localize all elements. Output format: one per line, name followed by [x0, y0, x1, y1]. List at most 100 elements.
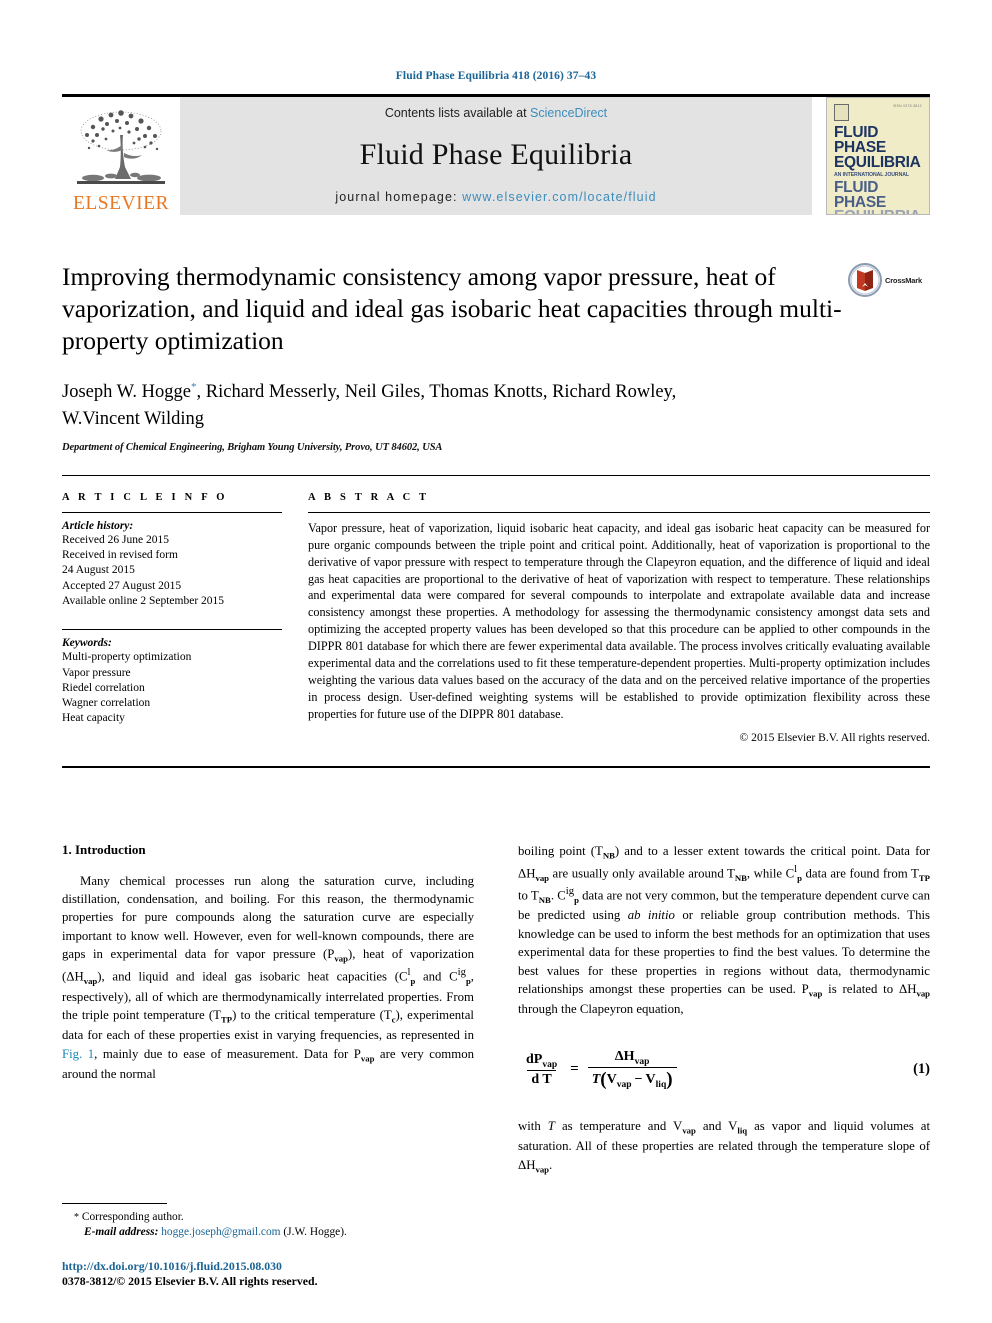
- V-liq-text: V: [645, 1072, 656, 1088]
- journal-homepage-line: journal homepage: www.elsevier.com/locat…: [335, 190, 656, 204]
- history-item: Received 26 June 2015: [62, 533, 169, 546]
- sub-vap: vap: [808, 988, 823, 999]
- keyword-item: Riedel correlation: [62, 681, 145, 694]
- author-affiliation: Department of Chemical Engineering, Brig…: [62, 441, 443, 453]
- footnote-separator-rule: [62, 1202, 167, 1204]
- keyword-item: Vapor pressure: [62, 666, 131, 679]
- sub-vap: vap: [83, 976, 98, 987]
- equals-sign: =: [570, 1061, 579, 1078]
- cover-elsevier-mini-logo: [834, 104, 849, 121]
- ab-initio-italic: ab initio: [627, 908, 675, 923]
- right-text-f: to T: [518, 888, 539, 903]
- T-text: T: [591, 1072, 601, 1088]
- info-section-top-rule: [62, 474, 930, 476]
- asterisk-icon: *: [74, 1211, 79, 1223]
- author-names-rest: , Richard Messerly, Neil Giles, Thomas K…: [196, 382, 677, 403]
- sub-liq: liq: [737, 1125, 748, 1136]
- crossmark-badge[interactable]: CrossMark: [848, 263, 930, 297]
- post-eq-b: as temperature and V: [554, 1119, 683, 1134]
- abstract-column: A B S T R A C T Vapor pressure, heat of …: [308, 492, 930, 744]
- equation-lhs-numerator: dPvap: [522, 1052, 561, 1071]
- homepage-prefix-text: journal homepage:: [335, 190, 463, 204]
- sub-liq: liq: [655, 1080, 667, 1091]
- equation-lhs-fraction: dPvap d T: [522, 1052, 561, 1089]
- keywords-block: Keywords: Multi-property optimization Va…: [62, 629, 282, 726]
- sub-vap: vap: [634, 1056, 650, 1067]
- post-equation-paragraph: with T as temperature and Vvap and Vliq …: [518, 1117, 930, 1176]
- keywords-rule: [62, 629, 282, 631]
- sub-nb: NB: [538, 894, 551, 905]
- intro-paragraph-right: boiling point (TNB) and to a lesser exte…: [518, 842, 930, 1019]
- right-text-e: data are found from T: [801, 865, 919, 880]
- right-text-d: , while C: [746, 865, 795, 880]
- journal-cover-thumbnail[interactable]: ISSN 0378-3812 FLUID PHASE EQUILIBRIA AN…: [826, 97, 930, 215]
- corresponding-author-text: Corresponding author.: [81, 1210, 184, 1223]
- article-info-heading: A R T I C L E I N F O: [62, 491, 228, 503]
- abstract-rule: [308, 511, 930, 513]
- equation-number: (1): [913, 1061, 930, 1078]
- sciencedirect-link[interactable]: ScienceDirect: [530, 106, 607, 120]
- dP-text: dP: [526, 1051, 543, 1067]
- contents-prefix-text: Contents lists available at: [384, 106, 531, 120]
- abstract-heading: A B S T R A C T: [308, 491, 430, 503]
- intro-text-c: ), and liquid and ideal gas isobaric hea…: [97, 969, 408, 984]
- post-eq-a: with: [518, 1119, 548, 1134]
- equation-rhs-numerator: ΔHvap: [611, 1049, 653, 1068]
- cover-line-2: EQUILIBRIA: [834, 153, 921, 171]
- post-eq-c: and V: [695, 1119, 738, 1134]
- corresponding-author-note: * Corresponding author.: [62, 1210, 480, 1226]
- page-title: Improving thermodynamic consistency amon…: [62, 262, 842, 356]
- history-item: Available online 2 September 2015: [62, 595, 225, 608]
- keyword-item: Wagner correlation: [62, 697, 151, 710]
- history-item: Received in revised form: [62, 549, 178, 562]
- right-text-k: through the Clapeyron equation,: [518, 1002, 684, 1017]
- email-attribution: (J.W. Hogge).: [283, 1226, 347, 1239]
- doi-link[interactable]: http://dx.doi.org/10.1016/j.fluid.2015.0…: [62, 1259, 480, 1274]
- author-last-line: W.Vincent Wilding: [62, 408, 205, 429]
- body-column-left: 1. Introduction Many chemical processes …: [62, 842, 474, 1176]
- email-note: E-mail address: hogge.joseph@gmail.com (…: [62, 1225, 480, 1241]
- cover-subtitle: AN INTERNATIONAL JOURNAL: [834, 171, 909, 178]
- intro-paragraph-left: Many chemical processes run along the sa…: [62, 872, 474, 1084]
- figure-1-link[interactable]: Fig. 1: [62, 1047, 94, 1061]
- cover-line-4: EQUILIBRIA: [834, 209, 922, 214]
- elsevier-tree-icon: [77, 109, 165, 184]
- equation-lhs-denominator: d T: [527, 1070, 556, 1088]
- crossmark-icon: [848, 263, 882, 297]
- right-text-j: is related to ΔH: [822, 982, 917, 997]
- sub-nb: NB: [602, 850, 615, 861]
- history-item: Accepted 27 August 2015: [62, 579, 182, 592]
- right-text-a: boiling point (T: [518, 843, 603, 858]
- paren-close: ): [666, 1069, 673, 1091]
- info-section-bottom-rule: [62, 765, 930, 768]
- journal-homepage-link[interactable]: www.elsevier.com/locate/fluid: [462, 190, 656, 204]
- elsevier-wordmark: ELSEVIER: [72, 192, 170, 214]
- sub-vap: vap: [682, 1125, 696, 1136]
- sup-ig: ig: [565, 886, 575, 898]
- journal-title: Fluid Phase Equilibria: [359, 138, 633, 171]
- sub-vap: vap: [535, 872, 550, 883]
- article-info-rule: [62, 511, 282, 513]
- issn-copyright-line: 0378-3812/© 2015 Elsevier B.V. All right…: [62, 1274, 318, 1288]
- sub-tp: TP: [918, 872, 930, 883]
- equation-1-row: dPvap d T = ΔHvap T(Vvap − Vliq) (1): [518, 1049, 930, 1092]
- post-eq-e: .: [549, 1157, 553, 1172]
- equation-rhs-fraction: ΔHvap T(Vvap − Vliq): [587, 1049, 677, 1092]
- running-head-citation: Fluid Phase Equilibria 418 (2016) 37–43: [395, 70, 597, 82]
- T-italic: T: [547, 1119, 555, 1134]
- body-column-right: boiling point (TNB) and to a lesser exte…: [518, 842, 930, 1176]
- article-history-label: Article history:: [62, 519, 134, 532]
- sub-vap: vap: [360, 1053, 375, 1064]
- equation-rhs-denominator: T(Vvap − Vliq): [587, 1067, 677, 1091]
- intro-text-d: and C: [415, 969, 458, 984]
- journal-article-page: Fluid Phase Equilibria 418 (2016) 37–43: [0, 0, 992, 1323]
- section-heading-introduction: 1. Introduction: [62, 841, 146, 857]
- article-info-column: A R T I C L E I N F O Article history: R…: [62, 492, 308, 744]
- sub-vap: vap: [542, 1059, 558, 1070]
- email-link[interactable]: hogge.joseph@gmail.com: [161, 1226, 280, 1238]
- cover-line-1: FLUID PHASE: [834, 124, 886, 156]
- author-list: Joseph W. Hogge*, Richard Messerly, Neil…: [62, 379, 862, 432]
- clapeyron-equation: dPvap d T = ΔHvap T(Vvap − Vliq): [518, 1049, 913, 1092]
- sub-tp: TP: [220, 1014, 233, 1025]
- contents-available-line: Contents lists available at ScienceDirec…: [385, 106, 607, 120]
